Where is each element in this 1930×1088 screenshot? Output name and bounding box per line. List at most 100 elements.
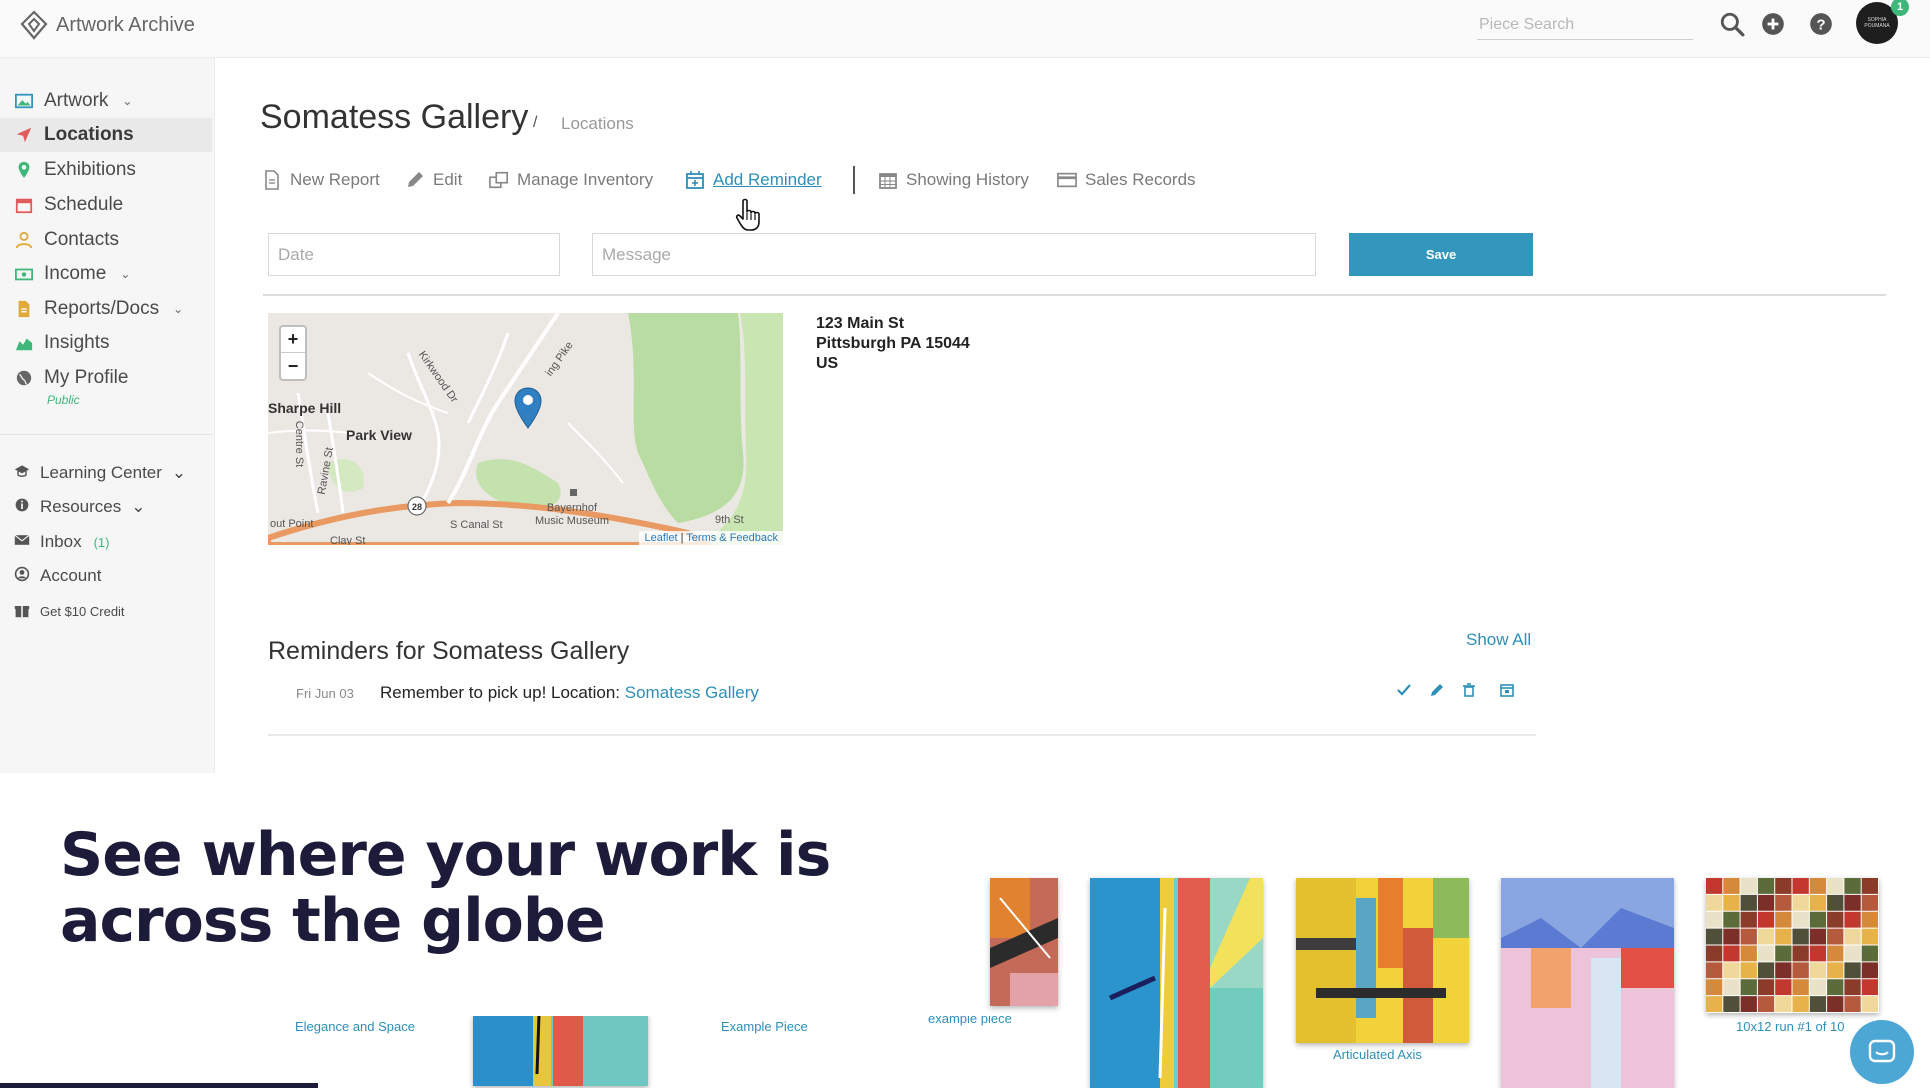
sidebar-item-schedule[interactable]: Schedule (0, 188, 212, 222)
mosaic-tile (1740, 996, 1757, 1012)
reminder-location-link[interactable]: Somatess Gallery (625, 683, 759, 702)
plus-circle-icon[interactable] (1759, 10, 1787, 38)
sidebar-item-insights[interactable]: Insights (0, 326, 212, 360)
artwork-thumbnail[interactable] (1090, 878, 1263, 1088)
mosaic-tile (1844, 894, 1861, 911)
artwork-thumbnail[interactable] (990, 878, 1058, 1006)
search-icon[interactable] (1718, 10, 1746, 38)
sidebar-item-account[interactable]: Account (0, 561, 212, 591)
mosaic-tile (1809, 996, 1827, 1012)
mosaic-tile (1792, 945, 1809, 962)
artwork-archive-logo-icon (20, 10, 48, 40)
check-icon[interactable] (1395, 681, 1413, 699)
edit-button[interactable]: Edit (405, 166, 462, 194)
sidebar-item-label: Learning Center (40, 463, 162, 482)
breadcrumb-locations-link[interactable]: Locations (561, 114, 634, 134)
mosaic-tile (1792, 962, 1809, 979)
mosaic-tile (1809, 878, 1827, 894)
sidebar-item-label: Get $10 Credit (40, 603, 125, 619)
reminder-date: Fri Jun 03 (296, 686, 354, 701)
envelope-icon (14, 532, 30, 553)
mosaic-tile (1723, 878, 1740, 894)
artwork-caption[interactable]: Elegance and Space (295, 1019, 415, 1034)
sidebar-item-reports-docs[interactable]: Reports/Docs ⌄ (0, 292, 212, 326)
promo-headline-line-1: See where your work is (60, 820, 831, 890)
mosaic-tile (1861, 928, 1878, 945)
sidebar-item-contacts[interactable]: Contacts (0, 223, 212, 257)
artwork-caption[interactable]: Articulated Axis (1333, 1047, 1422, 1062)
map-marker-icon[interactable] (513, 386, 543, 430)
artwork-thumbnail[interactable] (1296, 878, 1469, 1043)
sidebar-item-label: Resources (40, 497, 122, 516)
map-zoom-control: + − (279, 325, 307, 381)
action-divider (853, 166, 855, 194)
sidebar-item-artwork[interactable]: Artwork ⌄ (0, 84, 212, 118)
mosaic-tile (1861, 945, 1878, 962)
artwork-caption[interactable]: 10x12 run #1 of 10 (1736, 1019, 1844, 1034)
globe-icon (14, 368, 34, 388)
sidebar-item-my-profile[interactable]: My Profile (0, 361, 212, 395)
trash-icon[interactable] (1460, 681, 1478, 699)
calendar-icon[interactable] (1498, 681, 1516, 699)
mosaic-tile (1706, 911, 1723, 928)
mosaic-tile (1827, 911, 1844, 928)
sidebar-item-inbox[interactable]: Inbox (1) (0, 527, 212, 557)
save-reminder-button[interactable]: Save (1349, 233, 1533, 276)
mosaic-tile (1723, 894, 1740, 911)
leaflet-link[interactable]: Leaflet (644, 532, 677, 544)
notification-badge: 1 (1891, 0, 1909, 16)
artwork-caption[interactable]: Example Piece (721, 1019, 808, 1034)
mosaic-tile (1844, 962, 1861, 979)
artwork-thumbnail[interactable] (1501, 878, 1674, 1088)
mosaic-tile (1706, 878, 1723, 894)
sidebar-item-resources[interactable]: Resources ⌄ (0, 492, 212, 522)
chat-launcher-button[interactable] (1850, 1020, 1914, 1084)
calendar-icon (14, 195, 34, 215)
pencil-icon[interactable] (1428, 681, 1446, 699)
image-icon (14, 91, 34, 111)
artwork-thumbnail[interactable] (473, 1014, 648, 1086)
show-all-link[interactable]: Show All (1466, 630, 1531, 650)
mosaic-tile (1757, 962, 1775, 979)
mosaic-tile (1809, 911, 1827, 928)
credit-card-icon (1057, 172, 1077, 188)
sidebar-item-exhibitions[interactable]: Exhibitions (0, 153, 212, 187)
mosaic-tile (1706, 996, 1723, 1012)
profile-visibility-label: Public (47, 393, 80, 407)
document-icon (14, 299, 34, 319)
app-title: Artwork Archive (56, 13, 195, 36)
reminder-date-input[interactable] (268, 233, 560, 276)
terms-feedback-link[interactable]: Terms & Feedback (686, 532, 778, 544)
manage-inventory-button[interactable]: Manage Inventory (489, 166, 653, 194)
mosaic-tile (1809, 928, 1827, 945)
artwork-thumbnail[interactable] (1706, 878, 1879, 1013)
mosaic-tile (1706, 928, 1723, 945)
sidebar-item-income[interactable]: Income ⌄ (0, 257, 212, 291)
showing-history-button[interactable]: Showing History (878, 166, 1029, 194)
sidebar-item-get-credit[interactable]: Get $10 Credit (0, 596, 212, 626)
location-address: 123 Main St Pittsburgh PA 15044 US (816, 314, 970, 374)
sidebar-item-learning-center[interactable]: Learning Center ⌄ (0, 458, 212, 488)
mosaic-tile (1827, 996, 1844, 1012)
sidebar-item-locations[interactable]: Locations (0, 118, 212, 152)
sidebar-item-label: Account (40, 566, 102, 585)
mosaic-tile (1861, 878, 1878, 894)
mosaic-tile (1740, 928, 1757, 945)
map-zoom-in-button[interactable]: + (281, 327, 305, 353)
location-map[interactable]: 28 + − Sharpe Hill Park View Kirkwood Dr… (268, 313, 783, 545)
action-label: Manage Inventory (517, 170, 654, 189)
reminder-text: Remember to pick up! Location: Somatess … (380, 683, 759, 703)
mosaic-tile (1740, 911, 1757, 928)
piece-search-input[interactable] (1477, 10, 1693, 40)
app-logo[interactable]: Artwork Archive (20, 10, 195, 40)
help-icon[interactable]: ? (1807, 10, 1835, 38)
mosaic-tile (1757, 996, 1775, 1012)
sidebar-item-label: Schedule (44, 194, 124, 215)
map-zoom-out-button[interactable]: − (281, 353, 305, 379)
reminder-message-input[interactable] (592, 233, 1316, 276)
route-marker-label: 28 (412, 502, 422, 512)
add-reminder-button[interactable]: Add Reminder (685, 166, 822, 194)
new-report-button[interactable]: New Report (262, 166, 380, 194)
map-pin-icon (14, 160, 34, 180)
sales-records-button[interactable]: Sales Records (1057, 166, 1196, 194)
